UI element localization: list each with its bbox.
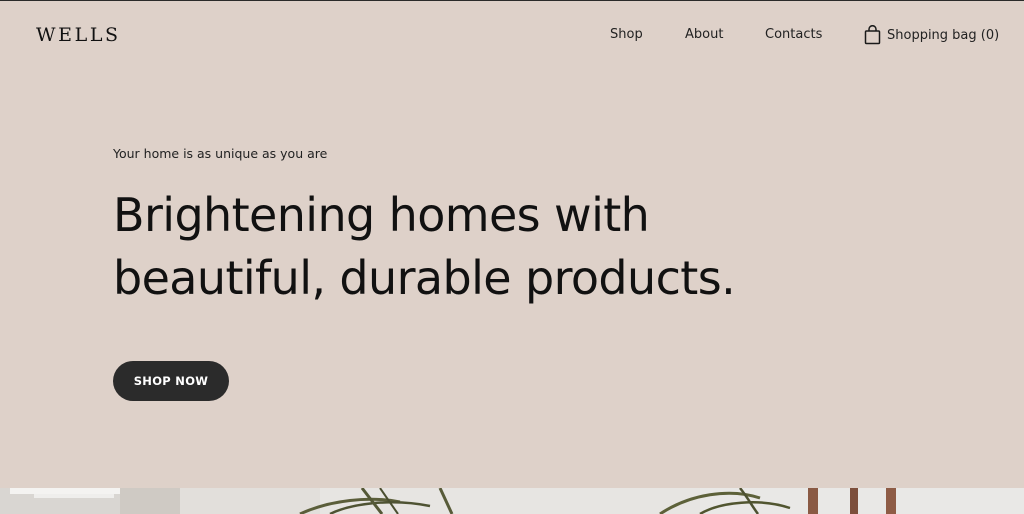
plant-photo-image [0, 488, 1024, 514]
nav-link-contacts[interactable]: Contacts [765, 27, 822, 42]
shopping-bag-icon [864, 25, 881, 45]
shopping-bag-link[interactable]: Shopping bag (0) [864, 25, 999, 45]
shop-now-button[interactable]: SHOP NOW [113, 361, 229, 401]
shopping-bag-label: Shopping bag (0) [887, 27, 1000, 43]
hero-headline-line-1: Brightening homes with [113, 188, 650, 242]
hero-eyebrow: Your home is as unique as you are [113, 146, 328, 161]
hero-photo [0, 488, 1024, 514]
top-border [0, 0, 1024, 1]
nav-link-shop[interactable]: Shop [610, 27, 643, 42]
hero-headline-line-2: beautiful, durable products. [113, 251, 736, 305]
nav-link-about[interactable]: About [685, 27, 723, 42]
logo[interactable]: WELLS [36, 24, 121, 46]
hero-headline: Brightening homes with beautiful, durabl… [113, 184, 913, 310]
